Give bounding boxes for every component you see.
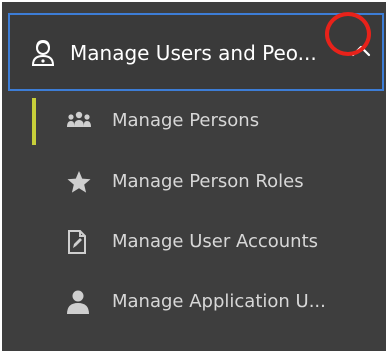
- star-icon: [66, 167, 100, 197]
- collapse-button[interactable]: [345, 35, 377, 67]
- document-edit-icon: [66, 227, 100, 257]
- menu-item-manage-person-roles[interactable]: Manage Person Roles: [66, 167, 366, 197]
- group-icon: [66, 106, 100, 136]
- user-icon: [66, 287, 100, 317]
- menu-item-label: Manage Application U...: [112, 291, 326, 312]
- menu-item-label: Manage Persons: [112, 110, 260, 131]
- menu-item-manage-user-accounts[interactable]: Manage User Accounts: [66, 227, 366, 257]
- chevron-up-icon: [351, 42, 371, 61]
- menu-item-manage-persons[interactable]: Manage Persons: [66, 106, 366, 136]
- menu-item-label: Manage User Accounts: [112, 231, 319, 252]
- menu-item-label: Manage Person Roles: [112, 171, 304, 192]
- menu-item-manage-application-users[interactable]: Manage Application U...: [66, 287, 366, 317]
- active-item-indicator: [32, 98, 36, 145]
- menu-section-title: Manage Users and Peo...: [70, 41, 317, 65]
- user-headset-icon: [30, 39, 56, 67]
- menu-section-header[interactable]: Manage Users and Peo...: [8, 13, 384, 91]
